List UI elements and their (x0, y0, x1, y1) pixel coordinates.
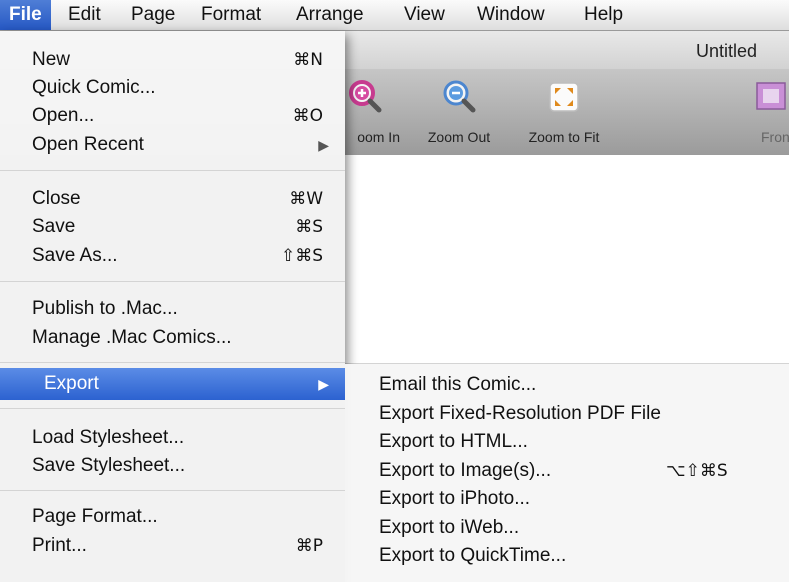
menu-item-export[interactable]: Export ▶ (0, 368, 345, 400)
menu-item-label: Load Stylesheet... (32, 427, 185, 448)
shortcut-label: ⌘O (292, 106, 323, 126)
menu-separator (0, 490, 345, 491)
menu-item-label: Save (32, 216, 76, 237)
menu-arrange[interactable]: Arrange (290, 0, 370, 30)
submenu-item-label: Export to iPhoto... (379, 488, 531, 509)
menu-file[interactable]: File (0, 0, 51, 30)
zoom-to-fit-button[interactable]: Zoom to Fit (512, 71, 616, 151)
file-menu: New ⌘N Quick Comic... Open... ⌘O Open Re… (0, 31, 345, 582)
menu-item-label: Page Format... (32, 506, 158, 527)
menu-page[interactable]: Page (125, 0, 181, 30)
screen: File Edit Page Format Arrange View Windo… (0, 0, 789, 582)
menu-separator (0, 362, 345, 363)
menu-help[interactable]: Help (578, 0, 629, 30)
submenu-item-label: Export to HTML... (379, 431, 528, 452)
menu-item-page-format[interactable]: Page Format... (0, 503, 345, 531)
menu-item-print[interactable]: Print... ⌘P (0, 532, 345, 560)
submenu-item-export-images[interactable]: Export to Image(s)... ⌥⇧⌘S (345, 457, 789, 485)
menu-item-label: New (32, 49, 71, 70)
submenu-item-label: Export to iWeb... (379, 517, 520, 538)
menu-item-close[interactable]: Close ⌘W (0, 185, 345, 213)
shortcut-label: ⌥⇧⌘S (666, 461, 728, 481)
menu-item-publish-mac[interactable]: Publish to .Mac... (0, 295, 345, 323)
submenu-item-email-comic[interactable]: Email this Comic... (345, 371, 789, 399)
submenu-item-export-pdf[interactable]: Export Fixed-Resolution PDF File (345, 400, 789, 428)
shortcut-label: ⌘P (295, 536, 323, 556)
submenu-item-export-quicktime[interactable]: Export to QuickTime... (345, 542, 789, 570)
menu-bar: File Edit Page Format Arrange View Windo… (0, 0, 789, 31)
bring-to-front-label: Fron (761, 129, 789, 145)
menu-item-label: Publish to .Mac... (32, 298, 178, 319)
menu-item-load-stylesheet[interactable]: Load Stylesheet... (0, 424, 345, 452)
menu-item-label: Manage .Mac Comics... (32, 327, 232, 348)
menu-item-save-as[interactable]: Save As... ⇧⌘S (0, 242, 345, 270)
menu-item-label: Quick Comic... (32, 77, 156, 98)
bring-to-front-button[interactable]: Fron (735, 71, 789, 151)
menu-item-save-stylesheet[interactable]: Save Stylesheet... (0, 452, 345, 480)
menu-window[interactable]: Window (471, 0, 551, 30)
submenu-item-label: Export to QuickTime... (379, 545, 567, 566)
menu-separator (0, 408, 345, 409)
submenu-arrow-icon: ▶ (318, 137, 329, 153)
zoom-in-icon (349, 80, 382, 113)
menu-view[interactable]: View (398, 0, 451, 30)
menu-separator (0, 281, 345, 282)
menu-item-label: Close (32, 188, 81, 209)
menu-item-quick-comic[interactable]: Quick Comic... (0, 74, 345, 102)
menu-item-label: Open... (32, 105, 95, 126)
submenu-item-export-iphoto[interactable]: Export to iPhoto... (345, 485, 789, 513)
menu-item-label: Open Recent (32, 134, 144, 155)
submenu-item-label: Email this Comic... (379, 374, 537, 395)
menu-item-open-recent[interactable]: Open Recent ▶ (0, 131, 345, 159)
menu-edit[interactable]: Edit (62, 0, 107, 30)
shortcut-label: ⌘N (293, 50, 323, 70)
menu-item-open[interactable]: Open... ⌘O (0, 102, 345, 130)
menu-item-label: Print... (32, 535, 87, 556)
submenu-item-label: Export to Image(s)... (379, 460, 552, 481)
menu-format[interactable]: Format (195, 0, 267, 30)
submenu-item-label: Export Fixed-Resolution PDF File (379, 403, 661, 424)
zoom-out-label: Zoom Out (427, 129, 491, 145)
shortcut-label: ⌘W (289, 189, 323, 209)
menu-separator (0, 170, 345, 171)
bring-to-front-icon (756, 82, 786, 110)
shortcut-label: ⌘S (295, 217, 323, 237)
submenu-arrow-icon: ▶ (318, 376, 329, 392)
window-title: Untitled (695, 41, 757, 61)
menu-item-manage-mac-comics[interactable]: Manage .Mac Comics... (0, 324, 345, 352)
menu-item-label: Export (44, 373, 99, 394)
menu-item-new[interactable]: New ⌘N (0, 46, 345, 74)
zoom-to-fit-label: Zoom to Fit (528, 129, 600, 145)
submenu-item-export-html[interactable]: Export to HTML... (345, 428, 789, 456)
submenu-item-export-iweb[interactable]: Export to iWeb... (345, 514, 789, 542)
shortcut-label: ⇧⌘S (280, 246, 323, 266)
zoom-out-button[interactable]: Zoom Out (413, 71, 505, 151)
document-canvas[interactable] (345, 155, 789, 364)
menu-item-label: Save Stylesheet... (32, 455, 186, 476)
menu-item-save[interactable]: Save ⌘S (0, 213, 345, 241)
zoom-to-fit-icon (549, 82, 579, 112)
menu-item-label: Save As... (32, 245, 118, 266)
zoom-out-icon (443, 80, 476, 113)
export-submenu: Email this Comic... Export Fixed-Resolut… (345, 364, 789, 582)
